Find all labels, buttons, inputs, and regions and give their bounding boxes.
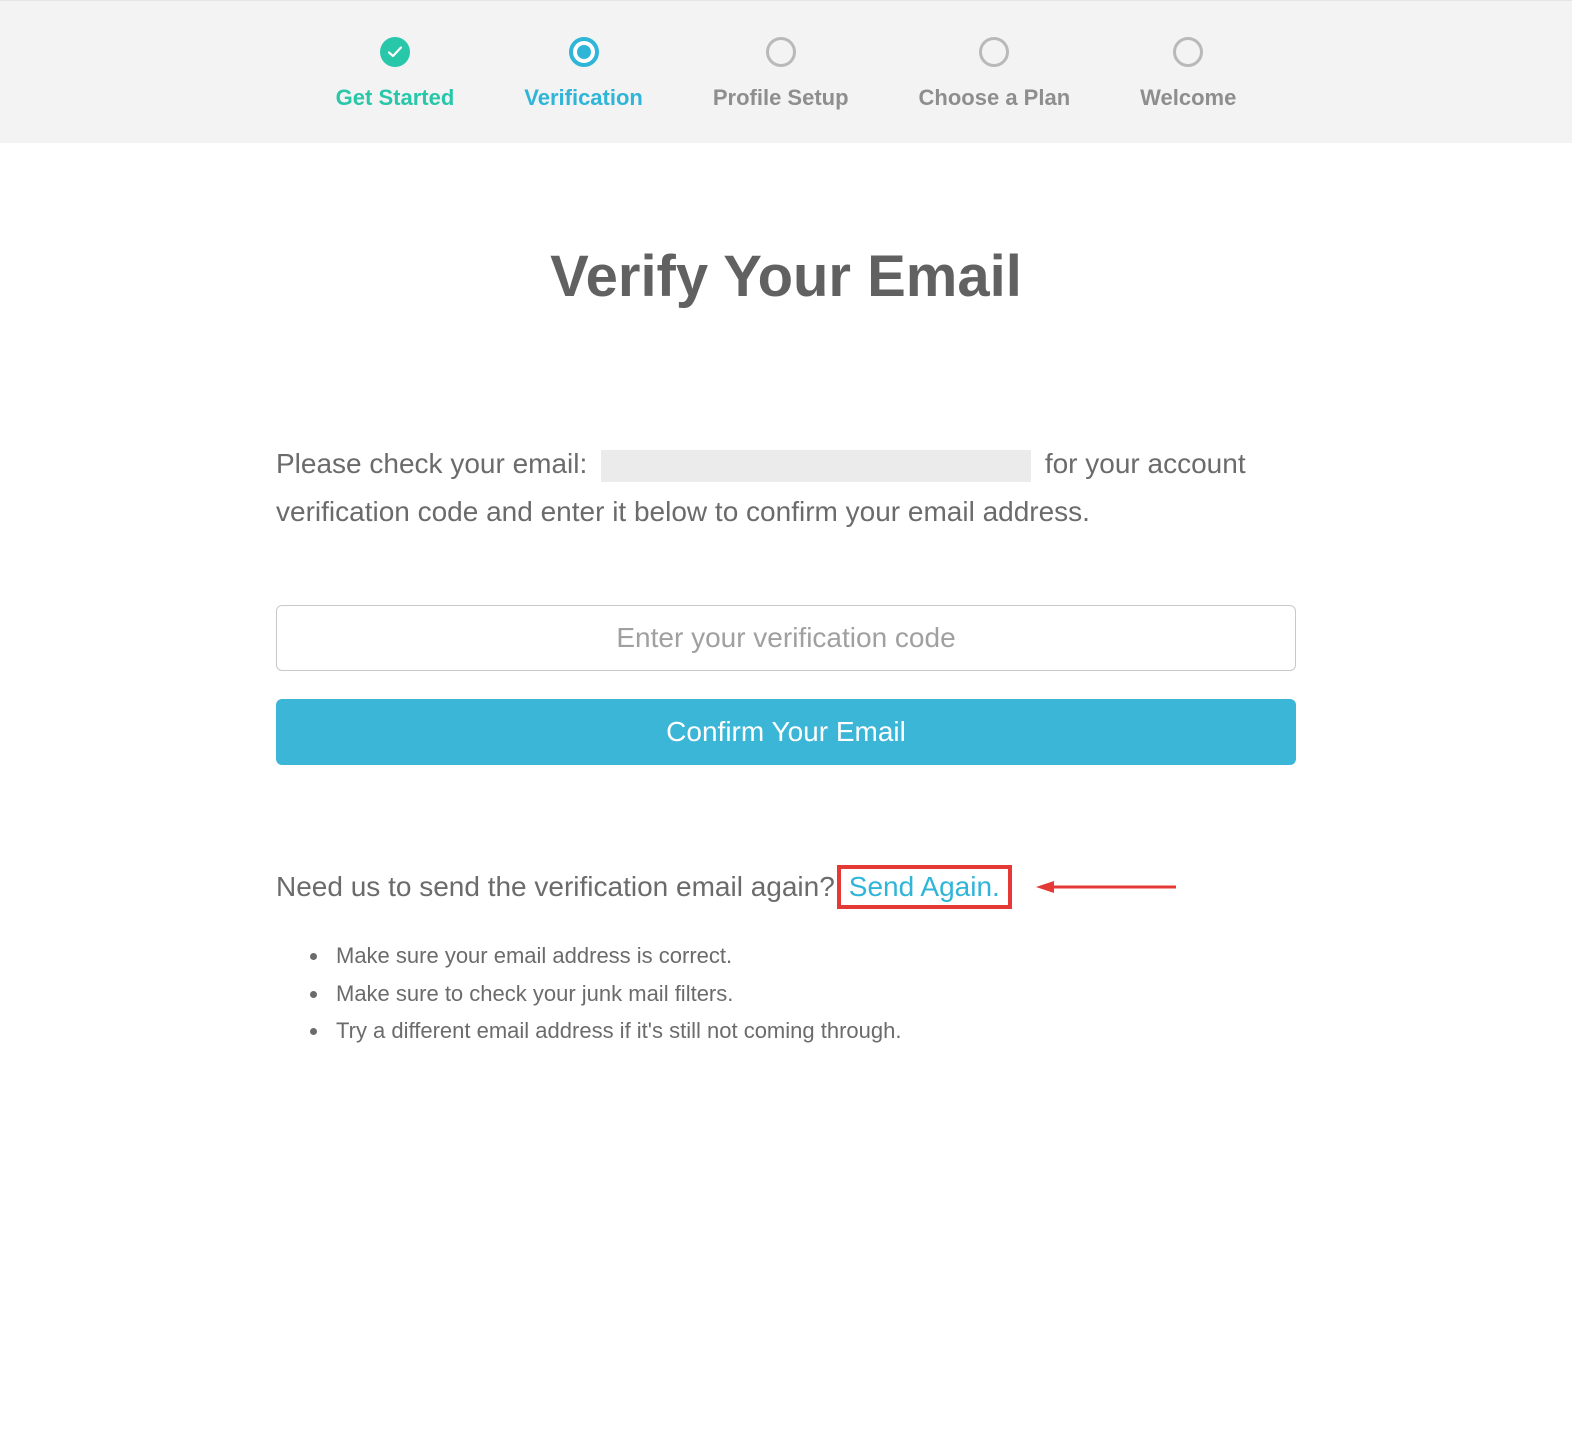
instruction-before: Please check your email:: [276, 448, 595, 479]
step-verification[interactable]: Verification: [524, 37, 643, 111]
step-label: Profile Setup: [713, 85, 849, 111]
empty-circle-icon: [766, 37, 796, 67]
resend-prompt: Need us to send the verification email a…: [276, 871, 835, 903]
confirm-email-button[interactable]: Confirm Your Email: [276, 699, 1296, 765]
instruction-text: Please check your email: for your accoun…: [276, 440, 1296, 535]
resend-section: Need us to send the verification email a…: [276, 865, 1296, 1049]
page-title: Verify Your Email: [276, 243, 1296, 310]
step-label: Choose a Plan: [919, 85, 1071, 111]
step-choose-plan[interactable]: Choose a Plan: [919, 37, 1071, 111]
active-dot-icon: [569, 37, 599, 67]
arrow-left-icon: [1036, 877, 1176, 897]
check-icon: [380, 37, 410, 67]
list-item: Make sure to check your junk mail filter…: [330, 975, 1296, 1012]
step-label: Verification: [524, 85, 643, 111]
resend-line: Need us to send the verification email a…: [276, 865, 1296, 909]
send-again-link[interactable]: Send Again.: [837, 865, 1012, 909]
stepper-bar: Get Started Verification Profile Setup C…: [0, 0, 1572, 143]
step-label: Get Started: [336, 85, 455, 111]
redacted-email: [601, 450, 1031, 482]
list-item: Make sure your email address is correct.: [330, 937, 1296, 974]
verification-code-input[interactable]: [276, 605, 1296, 671]
step-get-started[interactable]: Get Started: [336, 37, 455, 111]
step-label: Welcome: [1140, 85, 1236, 111]
step-profile-setup[interactable]: Profile Setup: [713, 37, 849, 111]
empty-circle-icon: [1173, 37, 1203, 67]
tips-list: Make sure your email address is correct.…: [330, 937, 1296, 1049]
main-content: Verify Your Email Please check your emai…: [256, 243, 1316, 1049]
list-item: Try a different email address if it's st…: [330, 1012, 1296, 1049]
empty-circle-icon: [979, 37, 1009, 67]
step-welcome[interactable]: Welcome: [1140, 37, 1236, 111]
